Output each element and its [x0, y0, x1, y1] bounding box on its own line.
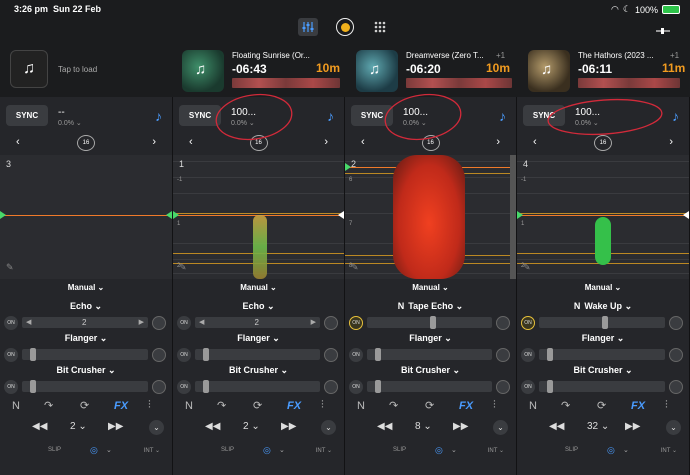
- annotation-circles: [215, 93, 663, 141]
- djay-screen: { "status_bar":{"time":"3:26 pm","date":…: [0, 0, 690, 475]
